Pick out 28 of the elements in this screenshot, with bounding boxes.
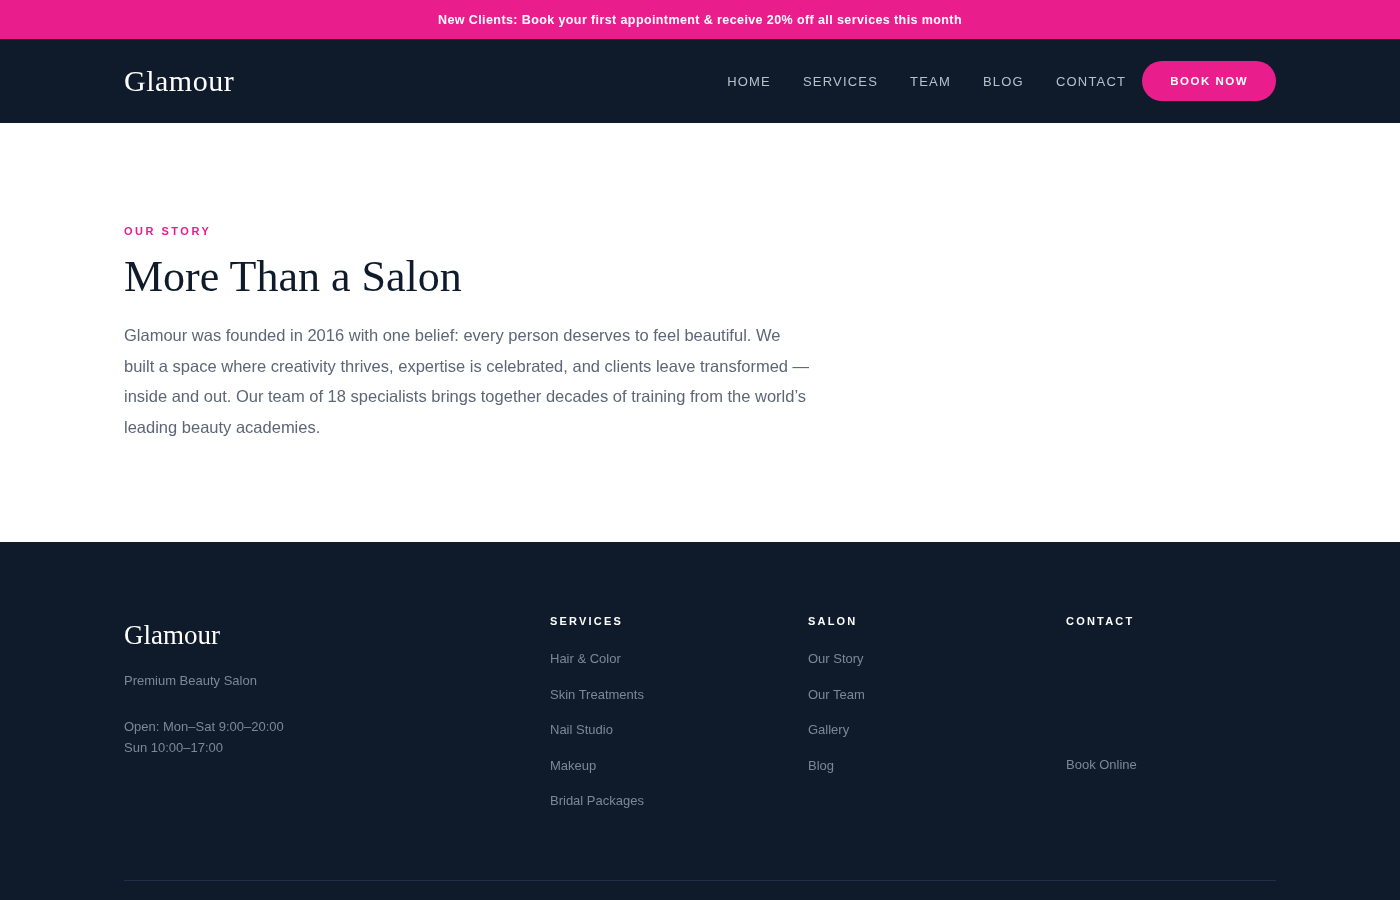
footer-link[interactable]: Our Story xyxy=(808,651,864,666)
footer-link[interactable]: Bridal Packages xyxy=(550,793,644,808)
nav-link[interactable]: SERVICES xyxy=(802,73,879,89)
section-heading: More Than a Salon xyxy=(124,251,463,302)
nav-link[interactable]: BLOG xyxy=(983,73,1024,89)
nav-link[interactable]: CONTACT xyxy=(1055,73,1127,89)
footer-link[interactable]: Book Online xyxy=(1066,757,1137,772)
book-now-button[interactable]: BOOK NOW xyxy=(1142,61,1276,101)
footer-tagline: Premium Beauty Salon xyxy=(124,673,258,688)
footer-link[interactable]: Makeup xyxy=(550,757,597,773)
nav-link[interactable]: TEAM xyxy=(910,73,951,89)
footer-column-title: SERVICES xyxy=(550,615,625,627)
footer-link[interactable]: Our Team xyxy=(808,686,865,702)
opening-hours: Open: Mon–Sat 9:00–20:00 xyxy=(124,718,285,736)
footer-logo: Glamour xyxy=(124,620,221,651)
footer-link[interactable]: Hair & Color xyxy=(550,651,621,666)
footer-column-title: SALON xyxy=(808,615,859,627)
opening-hours: Sun 10:00–17:00 xyxy=(124,739,225,757)
logo[interactable]: Glamour xyxy=(124,64,235,98)
footer-link[interactable]: Gallery xyxy=(808,722,850,737)
announcement-text: New Clients: Book your first appointment & receive 20% off all services this month xyxy=(438,12,962,27)
footer-link[interactable]: Skin Treatments xyxy=(550,686,644,702)
story-paragraph: Glamour was founded in 2016 with one belief: every person deserves to feel beautiful. We built a space where creativity thrives, expertise is celebrated, and clients leave transformed — inside and out. Our team of 18 specialists brings together decades of training from the world’s leading beauty academies. xyxy=(124,325,811,438)
section-eyebrow: OUR STORY xyxy=(124,225,213,237)
footer-column-title: CONTACT xyxy=(1066,615,1136,627)
footer-link[interactable]: Nail Studio xyxy=(550,722,613,737)
nav-link[interactable]: HOME xyxy=(727,73,771,89)
footer-link[interactable]: Blog xyxy=(808,757,835,773)
